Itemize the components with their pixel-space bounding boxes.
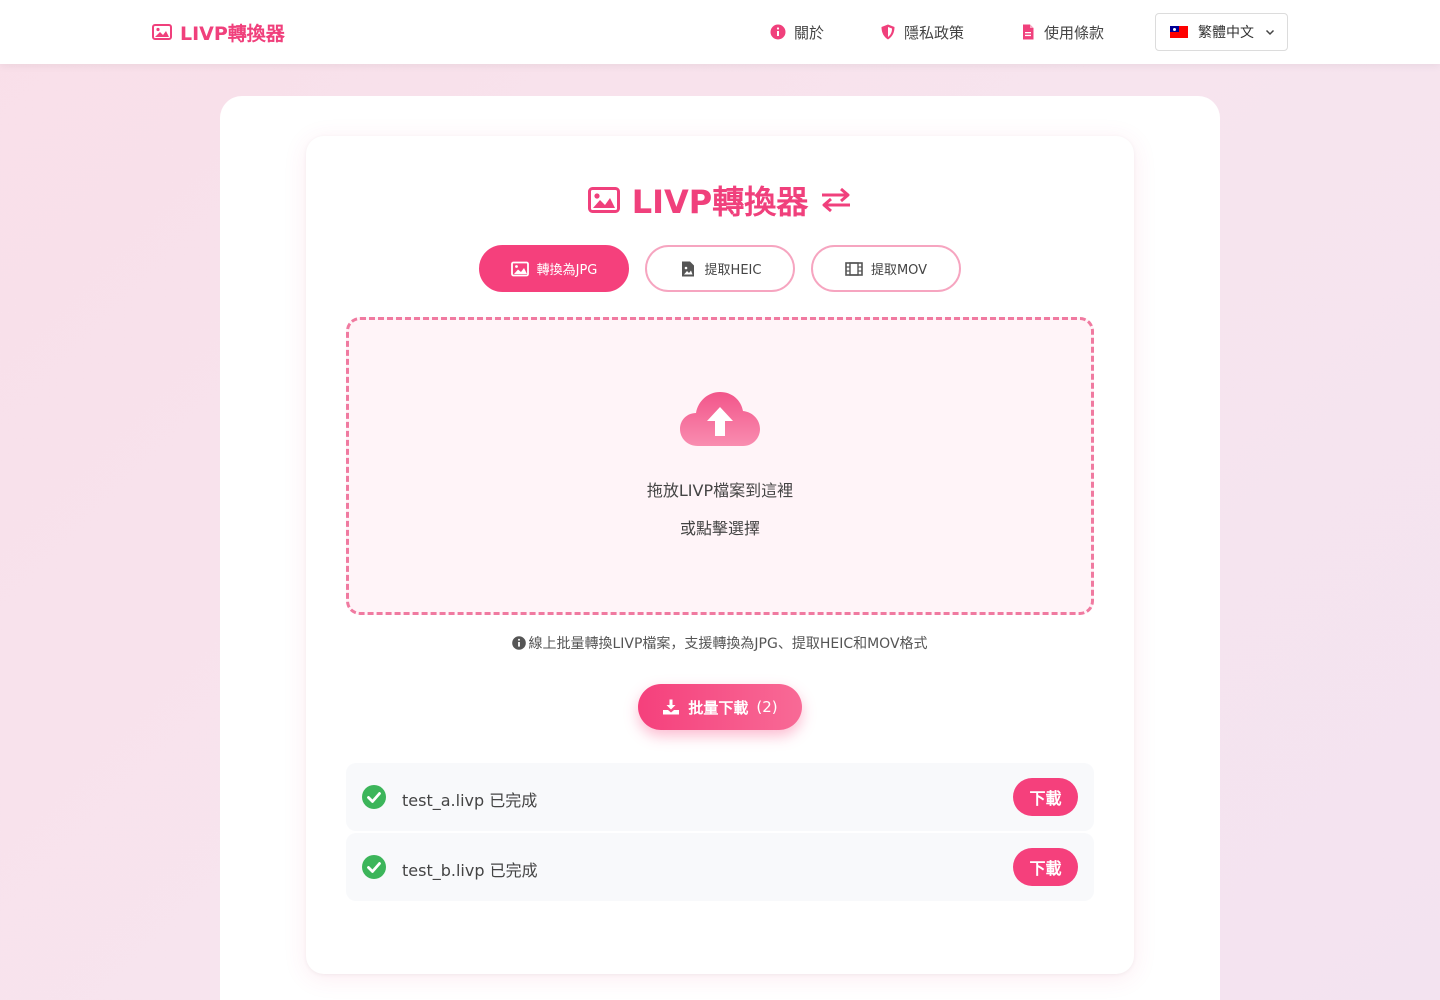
image-icon	[510, 261, 529, 276]
batch-download-label: 批量下載	[688, 698, 749, 717]
file-image-icon	[681, 261, 694, 276]
file-list-item: test_b.livp 已完成 下載	[346, 833, 1094, 901]
brand-logo[interactable]: LIVP轉換器	[152, 18, 285, 46]
mode-extract-heic-button[interactable]: 提取HEIC	[645, 245, 795, 292]
file-name-status: test_a.livp 已完成	[402, 791, 538, 810]
mode-label: 轉換為JPG	[536, 263, 598, 278]
batch-download-count: (2)	[756, 698, 778, 716]
navbar: LIVP轉換器 關於 隱私政策 使用條款 繁體中文	[0, 0, 1440, 64]
nav-link-about[interactable]: 關於	[770, 22, 824, 43]
brand-name: LIVP轉換器	[180, 22, 285, 45]
dropzone-primary-text: 拖放LIVP檔案到這裡	[646, 481, 794, 500]
image-icon	[587, 187, 620, 213]
check-circle-icon	[362, 855, 386, 879]
mode-label: 提取MOV	[870, 263, 928, 278]
page-title: LIVP轉換器	[0, 180, 1440, 221]
info-description: 線上批量轉換LIVP檔案，支援轉換為JPG、提取HEIC和MOV格式	[0, 633, 1440, 653]
taiwan-flag-icon	[1170, 26, 1188, 38]
image-icon	[152, 24, 172, 40]
info-circle-icon	[770, 24, 786, 40]
download-button[interactable]: 下載	[1013, 778, 1078, 816]
language-value: 繁體中文	[1198, 25, 1254, 41]
dropzone-secondary-text: 或點擊選擇	[679, 519, 760, 538]
info-text: 線上批量轉換LIVP檔案，支援轉換為JPG、提取HEIC和MOV格式	[528, 636, 928, 652]
nav-link-label: 使用條款	[1044, 23, 1105, 42]
shield-icon	[881, 24, 895, 40]
nav-links: 關於 隱私政策 使用條款	[770, 0, 1104, 64]
language-select[interactable]: 繁體中文	[1155, 13, 1288, 51]
nav-link-terms[interactable]: 使用條款	[1020, 22, 1104, 43]
mode-label: 提取HEIC	[704, 263, 762, 278]
file-dropzone[interactable]	[346, 317, 1094, 615]
nav-link-label: 關於	[794, 23, 825, 42]
batch-download-button[interactable]: 批量下載 (2)	[638, 684, 802, 730]
film-icon	[845, 261, 863, 276]
document-icon	[1023, 24, 1034, 40]
download-button[interactable]: 下載	[1013, 848, 1078, 886]
swap-arrows-icon	[822, 187, 851, 213]
check-circle-icon	[362, 785, 386, 809]
cloud-upload-icon	[680, 392, 760, 446]
download-icon	[663, 699, 680, 715]
page-title-text: LIVP轉換器	[631, 183, 809, 221]
nav-link-label: 隱私政策	[904, 23, 965, 42]
chevron-down-icon	[1265, 29, 1275, 36]
file-list-item: test_a.livp 已完成 下載	[346, 763, 1094, 831]
nav-link-privacy[interactable]: 隱私政策	[880, 22, 964, 43]
file-name-status: test_b.livp 已完成	[402, 861, 538, 880]
info-circle-icon	[512, 636, 527, 650]
mode-extract-mov-button[interactable]: 提取MOV	[811, 245, 961, 292]
mode-convert-jpg-button[interactable]: 轉換為JPG	[479, 245, 629, 292]
